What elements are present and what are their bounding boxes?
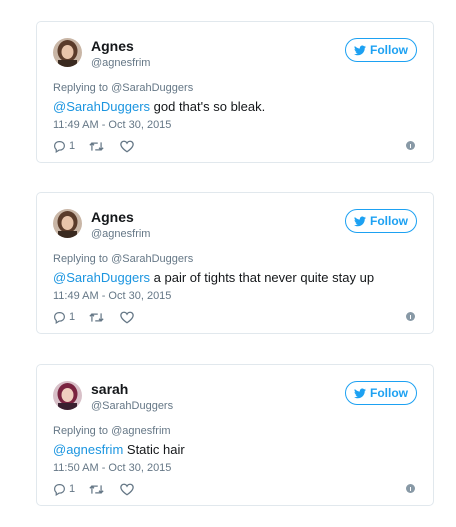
timestamp[interactable]: 11:50 AM - Oct 30, 2015 (53, 462, 171, 474)
like-icon (120, 311, 134, 324)
replying-to: Replying to @agnesfrim (53, 425, 171, 437)
replying-handle[interactable]: @SarahDuggers (111, 82, 193, 94)
avatar[interactable] (53, 209, 82, 238)
replying-handle[interactable]: @agnesfrim (111, 425, 170, 437)
reply-icon (54, 483, 65, 496)
author-handle[interactable]: @agnesfrim (91, 57, 150, 69)
twitter-bird-icon (354, 45, 366, 55)
follow-label: Follow (370, 214, 408, 228)
replying-to: Replying to @SarahDuggers (53, 82, 193, 94)
info-icon[interactable] (406, 484, 415, 493)
retweet-icon (89, 484, 104, 494)
replying-prefix: Replying to (53, 425, 112, 437)
like-button[interactable] (120, 311, 134, 324)
author-name[interactable]: Agnes (91, 38, 134, 54)
like-button[interactable] (120, 140, 134, 153)
retweet-icon (89, 141, 104, 151)
avatar[interactable] (53, 38, 82, 67)
tweet-text: @agnesfrim Static hair (53, 442, 185, 457)
follow-label: Follow (370, 386, 408, 400)
reply-count: 1 (69, 140, 76, 152)
author-handle[interactable]: @SarahDuggers (91, 400, 173, 412)
replying-handle[interactable]: @SarahDuggers (111, 253, 193, 265)
tweet-actions: 1 (53, 138, 134, 154)
timestamp[interactable]: 11:49 AM - Oct 30, 2015 (53, 119, 171, 131)
retweet-button[interactable] (89, 140, 104, 153)
author-handle[interactable]: @agnesfrim (91, 228, 150, 240)
twitter-bird-icon (354, 388, 366, 398)
timestamp[interactable]: 11:49 AM - Oct 30, 2015 (53, 290, 171, 302)
tweet-card: Agnes @agnesfrim Follow Replying to @Sar… (36, 192, 434, 334)
retweet-button[interactable] (89, 483, 104, 496)
like-icon (120, 483, 134, 496)
author-name[interactable]: sarah (91, 381, 128, 397)
tweet-actions: 1 (53, 309, 134, 325)
tweet-card: Agnes @agnesfrim Follow Replying to @Sar… (36, 21, 434, 163)
tweet-card: sarah @SarahDuggers Follow Replying to @… (36, 364, 434, 506)
reply-button[interactable]: 1 (53, 483, 75, 496)
follow-button[interactable]: Follow (345, 209, 417, 233)
tweet-body: a pair of tights that never quite stay u… (150, 270, 375, 285)
retweet-icon (89, 312, 104, 322)
replying-to: Replying to @SarahDuggers (53, 253, 193, 265)
replying-prefix: Replying to (53, 253, 112, 265)
replying-prefix: Replying to (53, 82, 112, 94)
mention-link[interactable]: @SarahDuggers (53, 99, 150, 114)
reply-button[interactable]: 1 (53, 140, 75, 153)
tweet-text: @SarahDuggers god that's so bleak. (53, 99, 265, 114)
reply-icon (54, 311, 65, 324)
author-name[interactable]: Agnes (91, 209, 134, 225)
mention-link[interactable]: @agnesfrim (53, 442, 123, 457)
follow-button[interactable]: Follow (345, 381, 417, 405)
tweet-body: god that's so bleak. (150, 99, 266, 114)
twitter-bird-icon (354, 216, 366, 226)
like-button[interactable] (120, 483, 134, 496)
reply-count: 1 (69, 483, 76, 495)
avatar[interactable] (53, 381, 82, 410)
reply-icon (54, 140, 65, 153)
tweet-actions: 1 (53, 481, 134, 497)
like-icon (120, 140, 134, 153)
info-icon[interactable] (406, 312, 415, 321)
reply-count: 1 (69, 311, 76, 323)
retweet-button[interactable] (89, 311, 104, 324)
info-icon[interactable] (406, 141, 415, 150)
follow-button[interactable]: Follow (345, 38, 417, 62)
reply-button[interactable]: 1 (53, 311, 75, 324)
tweet-text: @SarahDuggers a pair of tights that neve… (53, 270, 374, 285)
mention-link[interactable]: @SarahDuggers (53, 270, 150, 285)
tweet-body: Static hair (123, 442, 185, 457)
follow-label: Follow (370, 43, 408, 57)
